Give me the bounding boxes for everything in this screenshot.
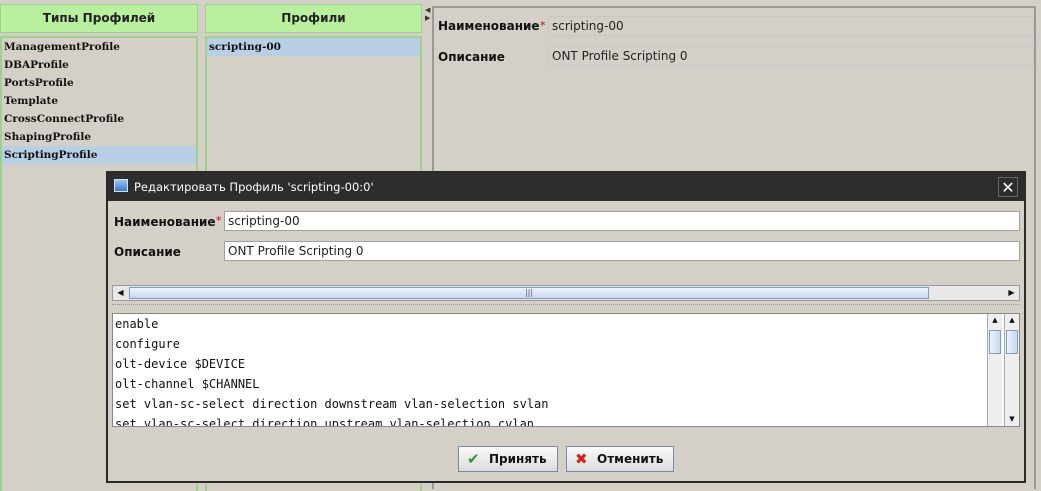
dialog-description-label: Описание (114, 245, 181, 259)
edit-profile-dialog: Редактировать Профиль 'scripting-00:0' ✕… (106, 171, 1026, 483)
description-label: Описание (438, 50, 505, 64)
script-line: olt-channel $CHANNEL (115, 377, 260, 391)
profile-type-item[interactable]: Template (2, 92, 196, 110)
script-line: olt-device $DEVICE (115, 357, 246, 371)
description-field[interactable]: ONT Profile Scripting 0 (548, 46, 1034, 66)
script-vertical-scrollbar[interactable]: ▲ (987, 314, 1002, 426)
profile-type-item[interactable]: DBAProfile (2, 56, 196, 74)
profile-type-item[interactable]: ManagementProfile (2, 38, 196, 56)
name-label: Наименование (438, 19, 540, 33)
name-field[interactable]: scripting-00 (548, 16, 1034, 36)
scroll-up-icon[interactable]: ▲ (988, 314, 1002, 327)
cancel-label: Отменить (597, 452, 664, 466)
scroll-down-icon[interactable]: ▼ (1005, 413, 1019, 426)
profile-type-item[interactable]: PortsProfile (2, 74, 196, 92)
accept-button[interactable]: ✔ Принять (458, 446, 558, 472)
script-line: set vlan-sc-select direction upstream vl… (115, 417, 535, 427)
scrollbar-thumb[interactable] (989, 330, 1001, 354)
scrollbar-thumb[interactable] (1006, 330, 1018, 354)
close-icon[interactable]: ✕ (998, 177, 1018, 197)
outer-vertical-scrollbar[interactable]: ▲ ▼ (1004, 314, 1019, 426)
required-mark: * (540, 19, 546, 32)
scrollbar-thumb[interactable]: ||| (129, 287, 929, 299)
horizontal-scrollbar[interactable]: ◀ ||| ▶ (112, 285, 1020, 301)
dialog-description-input[interactable]: ONT Profile Scripting 0 (224, 241, 1020, 261)
profiles-header: Профили (205, 4, 422, 33)
dialog-name-input[interactable]: scripting-00 (224, 211, 1020, 231)
cancel-button[interactable]: ✖ Отменить (566, 446, 674, 472)
dialog-titlebar[interactable]: Редактировать Профиль 'scripting-00:0' ✕ (108, 173, 1024, 201)
accept-label: Принять (489, 452, 547, 466)
divider (112, 304, 1020, 305)
scroll-up-icon[interactable]: ▲ (1005, 314, 1019, 327)
profile-types-header: Типы Профилей (0, 4, 198, 33)
splitter-arrows-icon[interactable]: ◀ ▶ (425, 6, 430, 22)
dialog-title: Редактировать Профиль 'scripting-00:0' (134, 180, 374, 194)
app-icon (114, 179, 128, 192)
profile-type-item[interactable]: CrossConnectProfile (2, 110, 196, 128)
check-icon: ✔ (467, 450, 480, 468)
dialog-required-mark: * (216, 214, 222, 227)
profile-type-item[interactable]: ShapingProfile (2, 128, 196, 146)
script-editor[interactable]: enable configure olt-device $DEVICE olt-cha… (112, 313, 1020, 427)
script-line: set vlan-sc-select direction downstream … (115, 397, 549, 411)
scroll-left-icon[interactable]: ◀ (114, 286, 127, 300)
script-line: enable (115, 317, 159, 331)
dialog-name-label: Наименование (114, 215, 216, 229)
script-line: configure (115, 337, 181, 351)
profile-item[interactable]: scripting-00 (207, 38, 420, 56)
cross-icon: ✖ (575, 450, 588, 468)
profile-type-item[interactable]: ScriptingProfile (2, 146, 196, 164)
scroll-right-icon[interactable]: ▶ (1005, 286, 1018, 300)
